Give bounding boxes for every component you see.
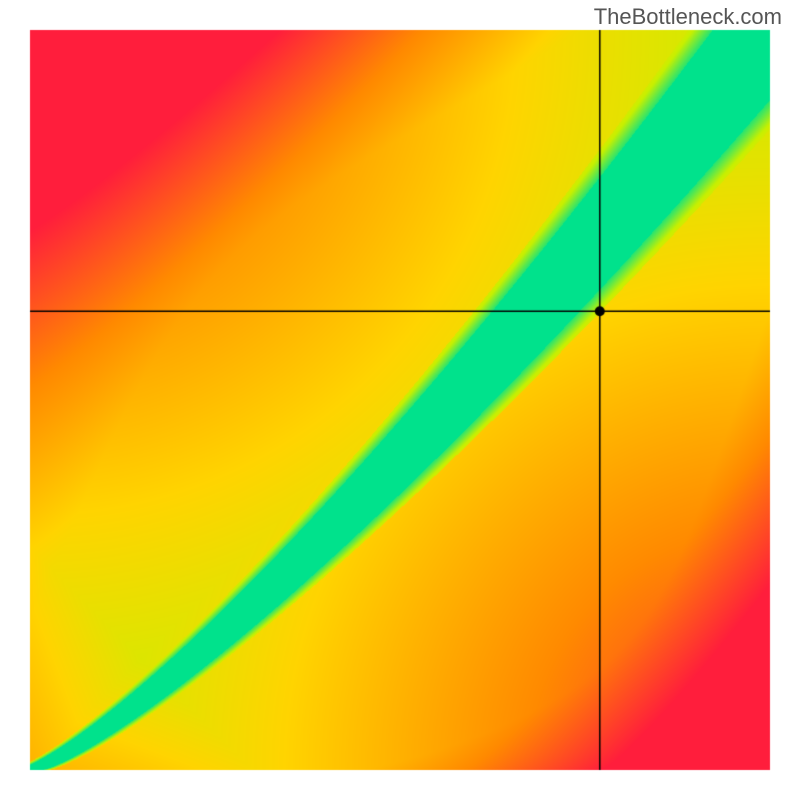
chart-container: TheBottleneck.com	[0, 0, 800, 800]
watermark-text: TheBottleneck.com	[594, 4, 782, 30]
heatmap-canvas	[0, 0, 800, 800]
